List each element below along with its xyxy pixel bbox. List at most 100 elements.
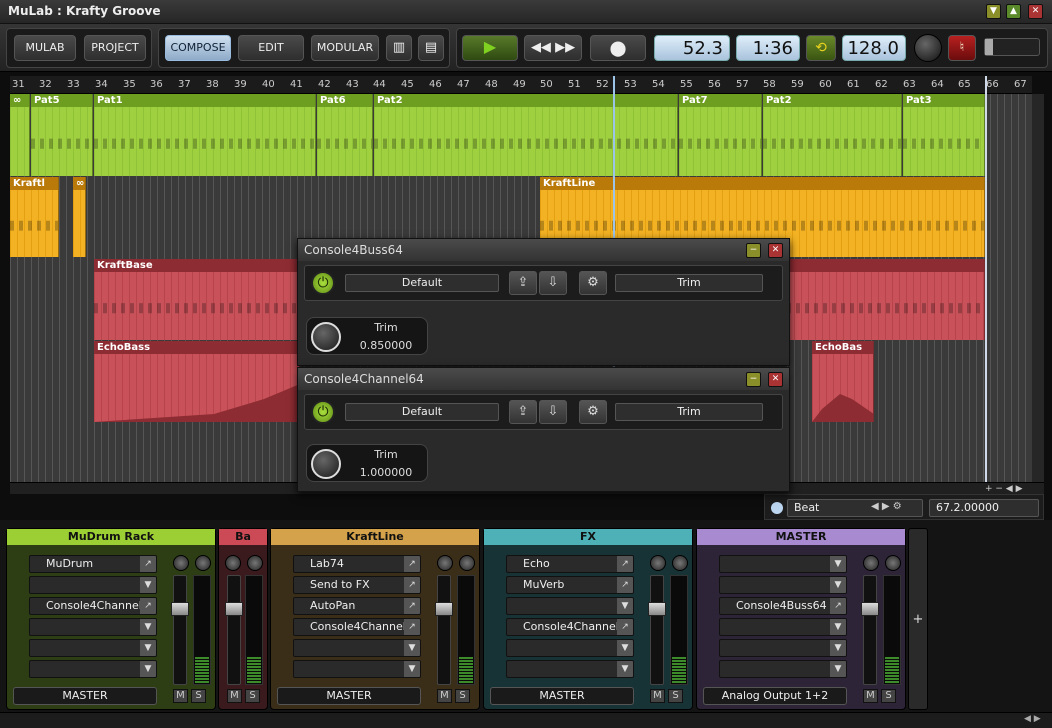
insert-slot[interactable]: Console4Channel6 ↗ [293, 618, 421, 636]
load-preset-icon[interactable]: ⇪ [509, 271, 537, 295]
send-knob-icon[interactable] [247, 555, 263, 571]
fader-cap[interactable] [861, 602, 879, 616]
slot-menu-icon[interactable]: ↗ [830, 598, 846, 614]
insert-slot[interactable]: ▼ [29, 576, 157, 594]
slot-menu-icon[interactable]: ▼ [830, 556, 846, 572]
insert-slot[interactable]: ▼ [719, 618, 847, 636]
insert-slot[interactable]: ▼ [719, 660, 847, 678]
slot-menu-icon[interactable]: ▼ [140, 619, 156, 635]
pan-knob-icon[interactable] [173, 555, 189, 571]
insert-slot[interactable]: ▼ [506, 660, 634, 678]
strip-name[interactable]: Ba [219, 529, 267, 545]
clip-pat2[interactable]: Pat2 [374, 94, 678, 176]
gear-icon[interactable]: ⚙ [579, 400, 607, 424]
slot-menu-icon[interactable]: ▼ [830, 640, 846, 656]
locator-nav-icon[interactable]: ◀ ▶ ⚙ [871, 501, 902, 512]
volume-knob-icon[interactable] [914, 34, 942, 62]
insert-slot[interactable]: ▼ [29, 639, 157, 657]
output-select[interactable]: MASTER [490, 687, 634, 705]
slot-menu-icon[interactable]: ↗ [404, 556, 420, 572]
add-strip-button[interactable]: + [908, 528, 928, 710]
fader-cap[interactable] [648, 602, 666, 616]
clip-pat1[interactable]: Pat1 [94, 94, 316, 176]
slot-menu-icon[interactable]: ▼ [140, 577, 156, 593]
insert-slot[interactable]: Echo ↗ [506, 555, 634, 573]
volume-fader[interactable] [861, 575, 879, 685]
mixer-scrollbar[interactable]: ◀ ▶ [0, 712, 1052, 728]
trim-knob-control[interactable]: Trim 1.000000 [306, 444, 428, 482]
slot-menu-icon[interactable]: ▼ [617, 640, 633, 656]
play-icon[interactable]: ▶ [462, 35, 518, 61]
tempo-display[interactable]: 128.0 [842, 35, 906, 61]
insert-slot[interactable]: MuDrum ↗ [29, 555, 157, 573]
volume-fader[interactable] [171, 575, 189, 685]
locator-value[interactable]: 67.2.00000 [929, 499, 1039, 517]
edit-button[interactable]: EDIT [238, 35, 304, 61]
clip-pat7[interactable]: Pat7 [679, 94, 762, 176]
pan-knob-icon[interactable] [650, 555, 666, 571]
pan-knob-icon[interactable] [225, 555, 241, 571]
knob-icon[interactable] [311, 322, 341, 352]
power-icon[interactable]: ⏻ [311, 271, 335, 295]
gear-icon[interactable]: ⚙ [579, 271, 607, 295]
fader-cap[interactable] [435, 602, 453, 616]
loop-icon[interactable]: ⟲ [806, 35, 836, 61]
mulab-button[interactable]: MULAB [14, 35, 76, 61]
volume-fader[interactable] [435, 575, 453, 685]
project-button[interactable]: PROJECT [84, 35, 146, 61]
preset-select[interactable]: Default [345, 274, 499, 292]
insert-slot[interactable]: ▼ [506, 639, 634, 657]
insert-slot[interactable]: MuVerb ↗ [506, 576, 634, 594]
locator-toggle[interactable] [771, 502, 783, 514]
panel-view-icon[interactable]: ▤ [418, 35, 444, 61]
metronome-icon[interactable]: ♮ [948, 35, 976, 61]
timeline-ruler[interactable]: 31 32 33 34 35 36 37 38 39 40 41 42 43 44 45 46 47 48 49 50… [10, 76, 1032, 94]
save-preset-icon[interactable]: ⇩ [539, 271, 567, 295]
insert-slot[interactable]: Console4Channel6 ↗ [506, 618, 634, 636]
insert-slot[interactable]: Console4Channel6 ↗ [29, 597, 157, 615]
slot-menu-icon[interactable]: ↗ [404, 577, 420, 593]
mute-button[interactable]: M [437, 689, 452, 703]
insert-slot[interactable]: Lab74 ↗ [293, 555, 421, 573]
insert-slot[interactable]: ▼ [293, 639, 421, 657]
locator-mode-select[interactable]: Beat [787, 499, 923, 517]
clip-kraftl-short[interactable]: ∞ [73, 177, 86, 257]
strip-name[interactable]: FX [484, 529, 692, 545]
slot-menu-icon[interactable]: ↗ [140, 598, 156, 614]
minimize-icon[interactable]: − [746, 372, 761, 387]
slot-menu-icon[interactable]: ▼ [830, 619, 846, 635]
minimize-icon[interactable]: − [746, 243, 761, 258]
volume-fader[interactable] [648, 575, 666, 685]
knob-icon[interactable] [311, 449, 341, 479]
position-display[interactable]: 52.3 [654, 35, 730, 61]
solo-button[interactable]: S [881, 689, 896, 703]
solo-button[interactable]: S [191, 689, 206, 703]
output-select[interactable]: Analog Output 1+2 [703, 687, 847, 705]
zoom-controls-icon[interactable]: + − ◀ ▶ [985, 484, 1023, 494]
slot-menu-icon[interactable]: ↗ [140, 556, 156, 572]
send-knob-icon[interactable] [672, 555, 688, 571]
trim-knob-control[interactable]: Trim 0.850000 [306, 317, 428, 355]
modular-button[interactable]: MODULAR [311, 35, 379, 61]
clip-echobass-second[interactable]: EchoBas [812, 341, 874, 422]
clip-kraftl[interactable]: Kraftl [10, 177, 59, 257]
insert-slot[interactable]: Send to FX ↗ [293, 576, 421, 594]
solo-button[interactable]: S [455, 689, 470, 703]
minimize-icon[interactable]: ▼ [986, 4, 1001, 19]
slot-menu-icon[interactable]: ▼ [830, 661, 846, 677]
clip-pat2-second[interactable]: Pat2 [763, 94, 902, 176]
clip-pat5[interactable]: Pat5 [31, 94, 93, 176]
output-select[interactable]: MASTER [277, 687, 421, 705]
slot-menu-icon[interactable]: ▼ [404, 661, 420, 677]
insert-slot[interactable]: ▼ [719, 639, 847, 657]
loop-end-marker[interactable] [985, 76, 987, 482]
maximize-icon[interactable]: ▲ [1006, 4, 1021, 19]
rewind-forward-icon[interactable]: ◀◀ ▶▶ [524, 35, 582, 61]
close-icon[interactable]: ✕ [768, 243, 783, 258]
pan-knob-icon[interactable] [863, 555, 879, 571]
insert-slot[interactable]: ▼ [506, 597, 634, 615]
time-display[interactable]: 1:36 [736, 35, 800, 61]
insert-slot[interactable]: ▼ [29, 660, 157, 678]
slot-menu-icon[interactable]: ↗ [404, 598, 420, 614]
mute-button[interactable]: M [173, 689, 188, 703]
